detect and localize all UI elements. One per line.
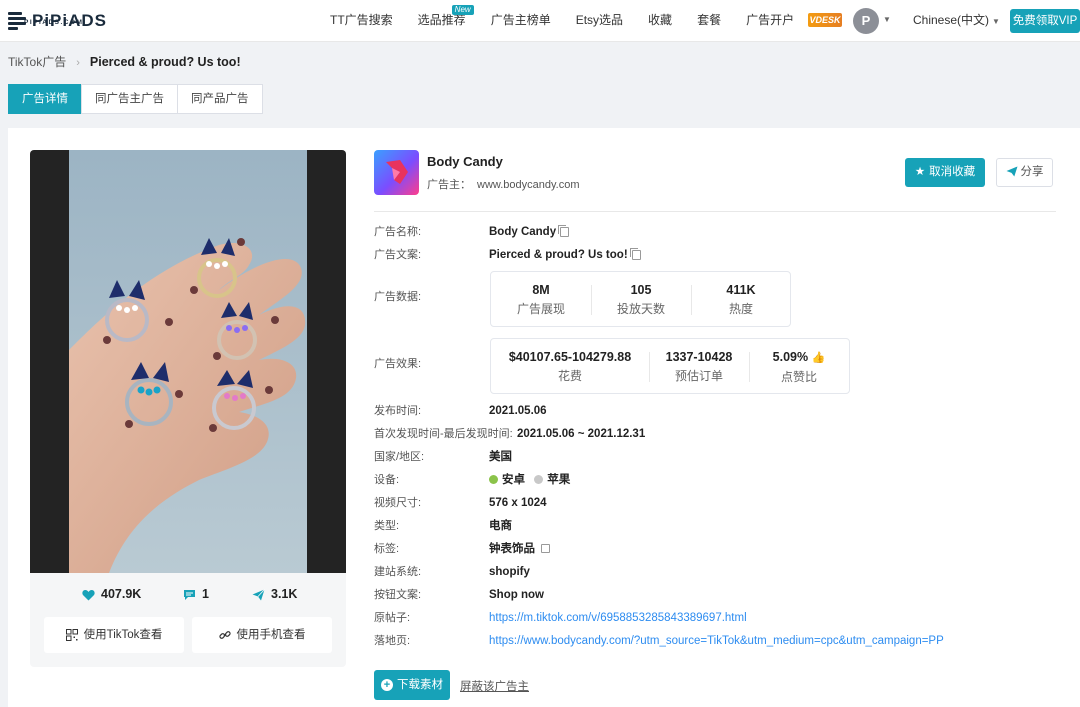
advertiser-domain-row: 广告主： www.bodycandy.com	[427, 176, 580, 192]
orders-metric: 1337-10428 预估订单	[665, 350, 733, 383]
like-ratio-metric: 5.09% 👍 点赞比	[772, 350, 826, 384]
copy-icon[interactable]	[629, 247, 641, 260]
nav-favorites[interactable]: 收藏	[638, 0, 682, 42]
view-with-phone-button[interactable]: 使用手机查看	[192, 617, 332, 653]
header-divider	[374, 211, 1056, 212]
device-value: 安卓 苹果	[489, 472, 570, 488]
ad-data-label: 广告数据:	[374, 291, 422, 303]
vdesk-badge[interactable]: VDESK	[808, 13, 842, 27]
ad-detail-panel: 407.9K 1 3.1K 使用TikTok查看 使用手机查看 Body Can…	[8, 128, 1080, 707]
apple-icon	[534, 475, 544, 485]
tab-ad-details[interactable]: 广告详情	[8, 84, 82, 114]
thumbs-up-icon: 👍	[811, 352, 826, 364]
heart-icon	[82, 589, 95, 601]
type-value: 电商	[489, 520, 512, 532]
logo-subtext: PIPIADS.COM	[24, 19, 84, 26]
original-post-link[interactable]: https://m.tiktok.com/v/69588532858433896…	[489, 610, 747, 626]
tags-label: 标签:	[374, 543, 400, 555]
body-candy-logo-icon	[386, 160, 408, 184]
impressions-metric: 8M 广告展现	[516, 283, 565, 316]
advertiser-logo	[374, 150, 419, 195]
download-assets-button[interactable]: + 下载素材	[374, 670, 450, 700]
ad-copy-label: 广告文案:	[374, 249, 422, 261]
breadcrumb: TikTok广告 › Pierced & proud? Us too!	[8, 54, 241, 70]
country-label: 国家/地区:	[374, 451, 425, 463]
android-icon	[489, 475, 498, 485]
user-avatar[interactable]: P	[853, 8, 879, 34]
nav-tt-ad-search[interactable]: TT广告搜索	[320, 0, 403, 42]
ad-data-box: 8M 广告展现 105 投放天数 411K 热度	[490, 271, 791, 327]
media-card: 407.9K 1 3.1K 使用TikTok查看 使用手机查看	[30, 150, 346, 667]
qr-code-icon	[65, 628, 78, 641]
breadcrumb-parent[interactable]: TikTok广告	[8, 55, 66, 69]
chevron-down-icon: ▼	[992, 17, 1000, 26]
new-badge: New	[451, 5, 474, 15]
landing-page-link[interactable]: https://www.bodycandy.com/?utm_source=Ti…	[489, 633, 944, 649]
free-vip-button[interactable]: 免费领取VIP	[1010, 9, 1080, 33]
video-size-label: 视频尺寸:	[374, 497, 422, 509]
main-nav: TT广告搜索 选品推荐 New 广告主榜单 Etsy选品 收藏 套餐 广告开户	[320, 0, 809, 42]
link-icon	[218, 631, 231, 639]
language-selector[interactable]: Chinese(中文) ▼	[913, 0, 1000, 42]
view-with-tiktok-button[interactable]: 使用TikTok查看	[44, 617, 184, 653]
nav-ad-account[interactable]: 广告开户	[736, 0, 804, 42]
detail-tabs: 广告详情 同广告主广告 同产品广告	[8, 84, 263, 114]
original-post-label: 原帖子:	[374, 612, 411, 624]
video-frame-image	[69, 150, 307, 573]
advertiser-label: 广告主：	[427, 179, 471, 191]
edit-icon[interactable]	[541, 544, 550, 554]
ad-name-value: Body Candy	[489, 224, 570, 240]
comment-icon	[184, 589, 195, 600]
ad-name-label: 广告名称:	[374, 226, 422, 238]
country-value: 美国	[489, 451, 512, 463]
advertiser-name: Body Candy	[427, 154, 503, 169]
chevron-right-icon: ›	[76, 57, 80, 69]
ad-copy-value: Pierced & proud? Us too!	[489, 247, 641, 263]
star-icon: ★	[914, 166, 926, 178]
days-metric: 105 投放天数	[616, 283, 665, 316]
ad-effect-label: 广告效果:	[374, 358, 422, 370]
nav-product-recommend[interactable]: 选品推荐 New	[408, 0, 476, 42]
paper-plane-icon	[1006, 166, 1017, 178]
tab-same-product[interactable]: 同产品广告	[177, 84, 263, 114]
unfavorite-button[interactable]: ★ 取消收藏	[905, 158, 985, 187]
publish-time-value: 2021.05.06	[489, 405, 547, 417]
spend-metric: $40107.65-104279.88 花费	[508, 350, 632, 383]
nav-plans[interactable]: 套餐	[687, 0, 731, 42]
tags-value: 钟表饰品	[489, 541, 550, 557]
video-size-value: 576 x 1024	[489, 497, 547, 509]
site-system-label: 建站系统:	[374, 566, 422, 578]
nav-advertiser-ranking[interactable]: 广告主榜单	[481, 0, 561, 42]
seen-range-value: 2021.05.06 ~ 2021.12.31	[517, 428, 646, 440]
ad-video-player[interactable]	[30, 150, 346, 573]
plus-circle-icon: +	[381, 678, 393, 691]
copy-icon[interactable]	[558, 224, 570, 237]
breadcrumb-current: Pierced & proud? Us too!	[89, 55, 241, 69]
popularity-metric: 411K 热度	[726, 283, 756, 316]
top-navbar: PiPiADS PIPIADS.COM TT广告搜索 选品推荐 New 广告主榜单…	[0, 0, 1080, 42]
chevron-down-icon[interactable]: ▼	[883, 15, 891, 24]
engagement-stats: 407.9K 1 3.1K	[30, 582, 346, 606]
cta-label: 按钮文案:	[374, 589, 422, 601]
comments-stat: 1	[183, 582, 209, 606]
site-system-value: shopify	[489, 566, 530, 578]
publish-time-label: 发布时间:	[374, 405, 422, 417]
share-button[interactable]: 分享	[996, 158, 1053, 187]
nav-etsy-products[interactable]: Etsy选品	[566, 0, 633, 42]
type-label: 类型:	[374, 520, 400, 532]
advertiser-domain[interactable]: www.bodycandy.com	[477, 179, 580, 191]
shares-stat: 3.1K	[252, 582, 297, 606]
device-label: 设备:	[374, 474, 400, 486]
ad-effect-box: $40107.65-104279.88 花费 1337-10428 预估订单 5.0…	[490, 338, 850, 394]
cta-value: Shop now	[489, 589, 544, 601]
likes-stat: 407.9K	[82, 582, 141, 606]
paper-plane-icon	[252, 588, 265, 601]
block-advertiser-link[interactable]: 屏蔽该广告主	[460, 678, 529, 694]
landing-page-label: 落地页:	[374, 635, 411, 647]
tab-same-advertiser[interactable]: 同广告主广告	[81, 84, 178, 114]
seen-range-label: 首次发现时间-最后发现时间:	[374, 428, 513, 440]
